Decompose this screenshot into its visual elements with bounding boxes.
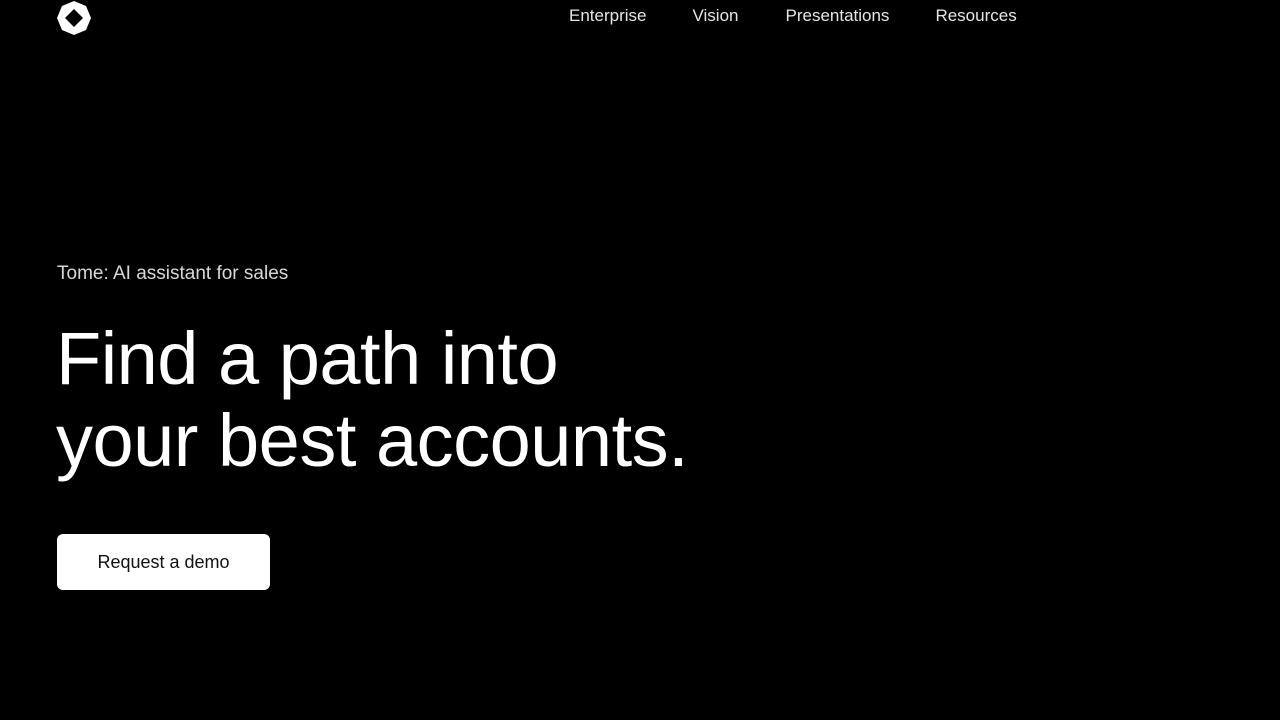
nav-link-presentations[interactable]: Presentations bbox=[785, 6, 889, 26]
nav-link-vision[interactable]: Vision bbox=[692, 6, 738, 26]
hero-headline-line-1: Find a path into bbox=[56, 317, 559, 400]
request-demo-button[interactable]: Request a demo bbox=[57, 534, 270, 590]
hero-headline-line-2: your best accounts. bbox=[56, 399, 689, 482]
hero-eyebrow: Tome: AI assistant for sales bbox=[57, 263, 289, 284]
hero-headline: Find a path into your best accounts. bbox=[56, 317, 689, 482]
main-nav: Enterprise Vision Presentations Resource… bbox=[569, 6, 1017, 26]
page: Enterprise Vision Presentations Resource… bbox=[0, 0, 1280, 720]
tome-logo-icon[interactable] bbox=[57, 1, 91, 35]
nav-link-enterprise[interactable]: Enterprise bbox=[569, 6, 646, 26]
nav-link-resources[interactable]: Resources bbox=[935, 6, 1016, 26]
tome-logo-mark bbox=[57, 1, 91, 35]
